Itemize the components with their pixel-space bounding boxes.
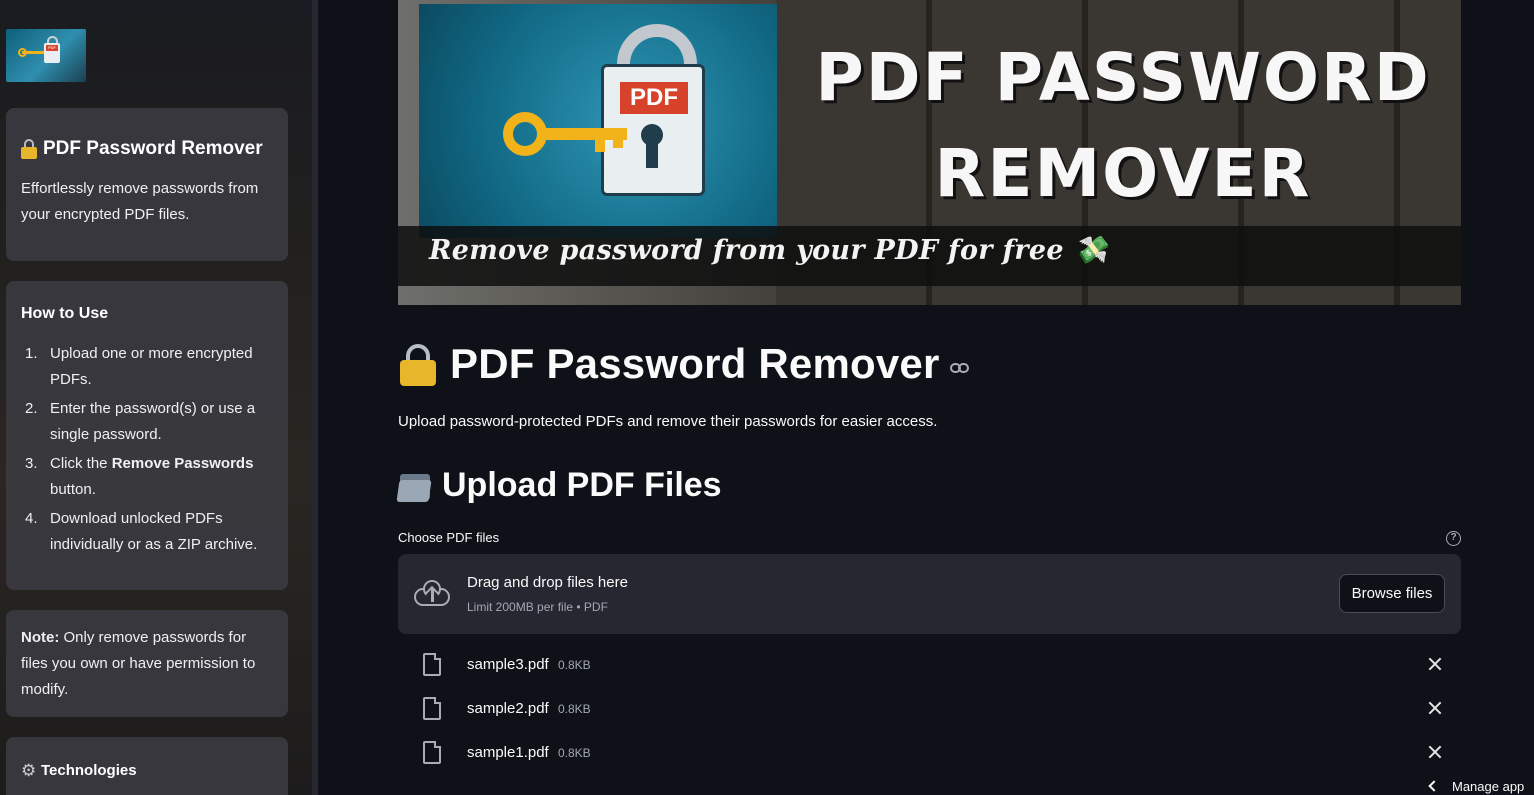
upload-heading: Upload PDF Files: [396, 466, 722, 505]
banner-lock-illustration: PDF: [419, 4, 777, 238]
uploaded-file-row: sample3.pdf 0.8KB: [398, 647, 1461, 683]
anchor-link-icon[interactable]: [949, 362, 970, 374]
browse-files-button[interactable]: Browse files: [1339, 574, 1445, 613]
dropzone-limit: Limit 200MB per file • PDF: [467, 600, 608, 614]
file-size: 0.8KB: [558, 746, 591, 760]
step-item: 4. Download unlocked PDFs individually or…: [25, 510, 258, 553]
cloud-upload-icon: [414, 580, 452, 608]
dropzone-instructions: Drag and drop files here: [467, 574, 628, 591]
note-text: Note: Only remove passwords for files yo…: [21, 629, 256, 698]
sidebar-logo: PDF: [6, 29, 86, 82]
file-name: sample1.pdf: [467, 744, 549, 761]
page-title: PDF Password Remover: [398, 340, 970, 388]
technologies-title: ⚙ Technologies: [21, 760, 137, 780]
note-card: Note: Only remove passwords for files yo…: [6, 610, 288, 717]
banner-tagline: Remove password from your PDF for free 💸: [429, 235, 1108, 266]
remove-file-close-icon[interactable]: [1427, 700, 1443, 716]
chevron-left-icon: [1428, 780, 1440, 792]
technologies-card: ⚙ Technologies: [6, 737, 288, 795]
how-to-steps: 1. Upload one or more encrypted PDFs. 2. E…: [21, 341, 273, 558]
gear-icon: ⚙: [21, 760, 37, 780]
lock-icon: [398, 342, 438, 386]
page-subtitle: Upload password-protected PDFs and remov…: [398, 413, 938, 430]
file-size: 0.8KB: [558, 658, 591, 672]
file-dropzone[interactable]: Drag and drop files here Limit 200MB per…: [398, 554, 1461, 634]
app-root: PDF PDF Password Remover Effortlessly re…: [0, 0, 1534, 795]
file-name: sample3.pdf: [467, 656, 549, 673]
folder-icon: [396, 470, 432, 502]
step-item: 3. Click the Remove Passwords button.: [25, 455, 254, 498]
how-to-title: How to Use: [21, 305, 109, 322]
sidebar: PDF PDF Password Remover Effortlessly re…: [0, 0, 312, 795]
banner-image: PDF PDF PASSWORD REMOVER Remove password…: [398, 0, 1461, 305]
uploader-label: Choose PDF files: [398, 530, 500, 545]
file-name: sample2.pdf: [467, 700, 549, 717]
remove-file-close-icon[interactable]: [1427, 744, 1443, 760]
file-size: 0.8KB: [558, 702, 591, 716]
step-item: 2. Enter the password(s) or use a single …: [25, 400, 256, 443]
uploaded-file-row: sample1.pdf 0.8KB: [398, 735, 1461, 771]
step-item: 1. Upload one or more encrypted PDFs.: [25, 345, 253, 388]
money-icon: 💸: [1073, 235, 1108, 266]
about-title: PDF Password Remover: [21, 138, 273, 160]
manage-app-button[interactable]: Manage app: [1424, 777, 1534, 795]
how-to-card: How to Use 1. Upload one or more encrypte…: [6, 281, 288, 590]
sidebar-resize-handle[interactable]: [312, 0, 318, 795]
banner-title: PDF PASSWORD REMOVER: [815, 39, 1431, 212]
about-text: Effortlessly remove passwords from your …: [21, 180, 259, 223]
lock-icon: [21, 139, 37, 159]
remove-file-close-icon[interactable]: [1427, 656, 1443, 672]
about-card: PDF Password Remover Effortlessly remove…: [6, 108, 288, 261]
help-icon[interactable]: ?: [1446, 531, 1461, 546]
uploaded-file-row: sample2.pdf 0.8KB: [398, 691, 1461, 727]
